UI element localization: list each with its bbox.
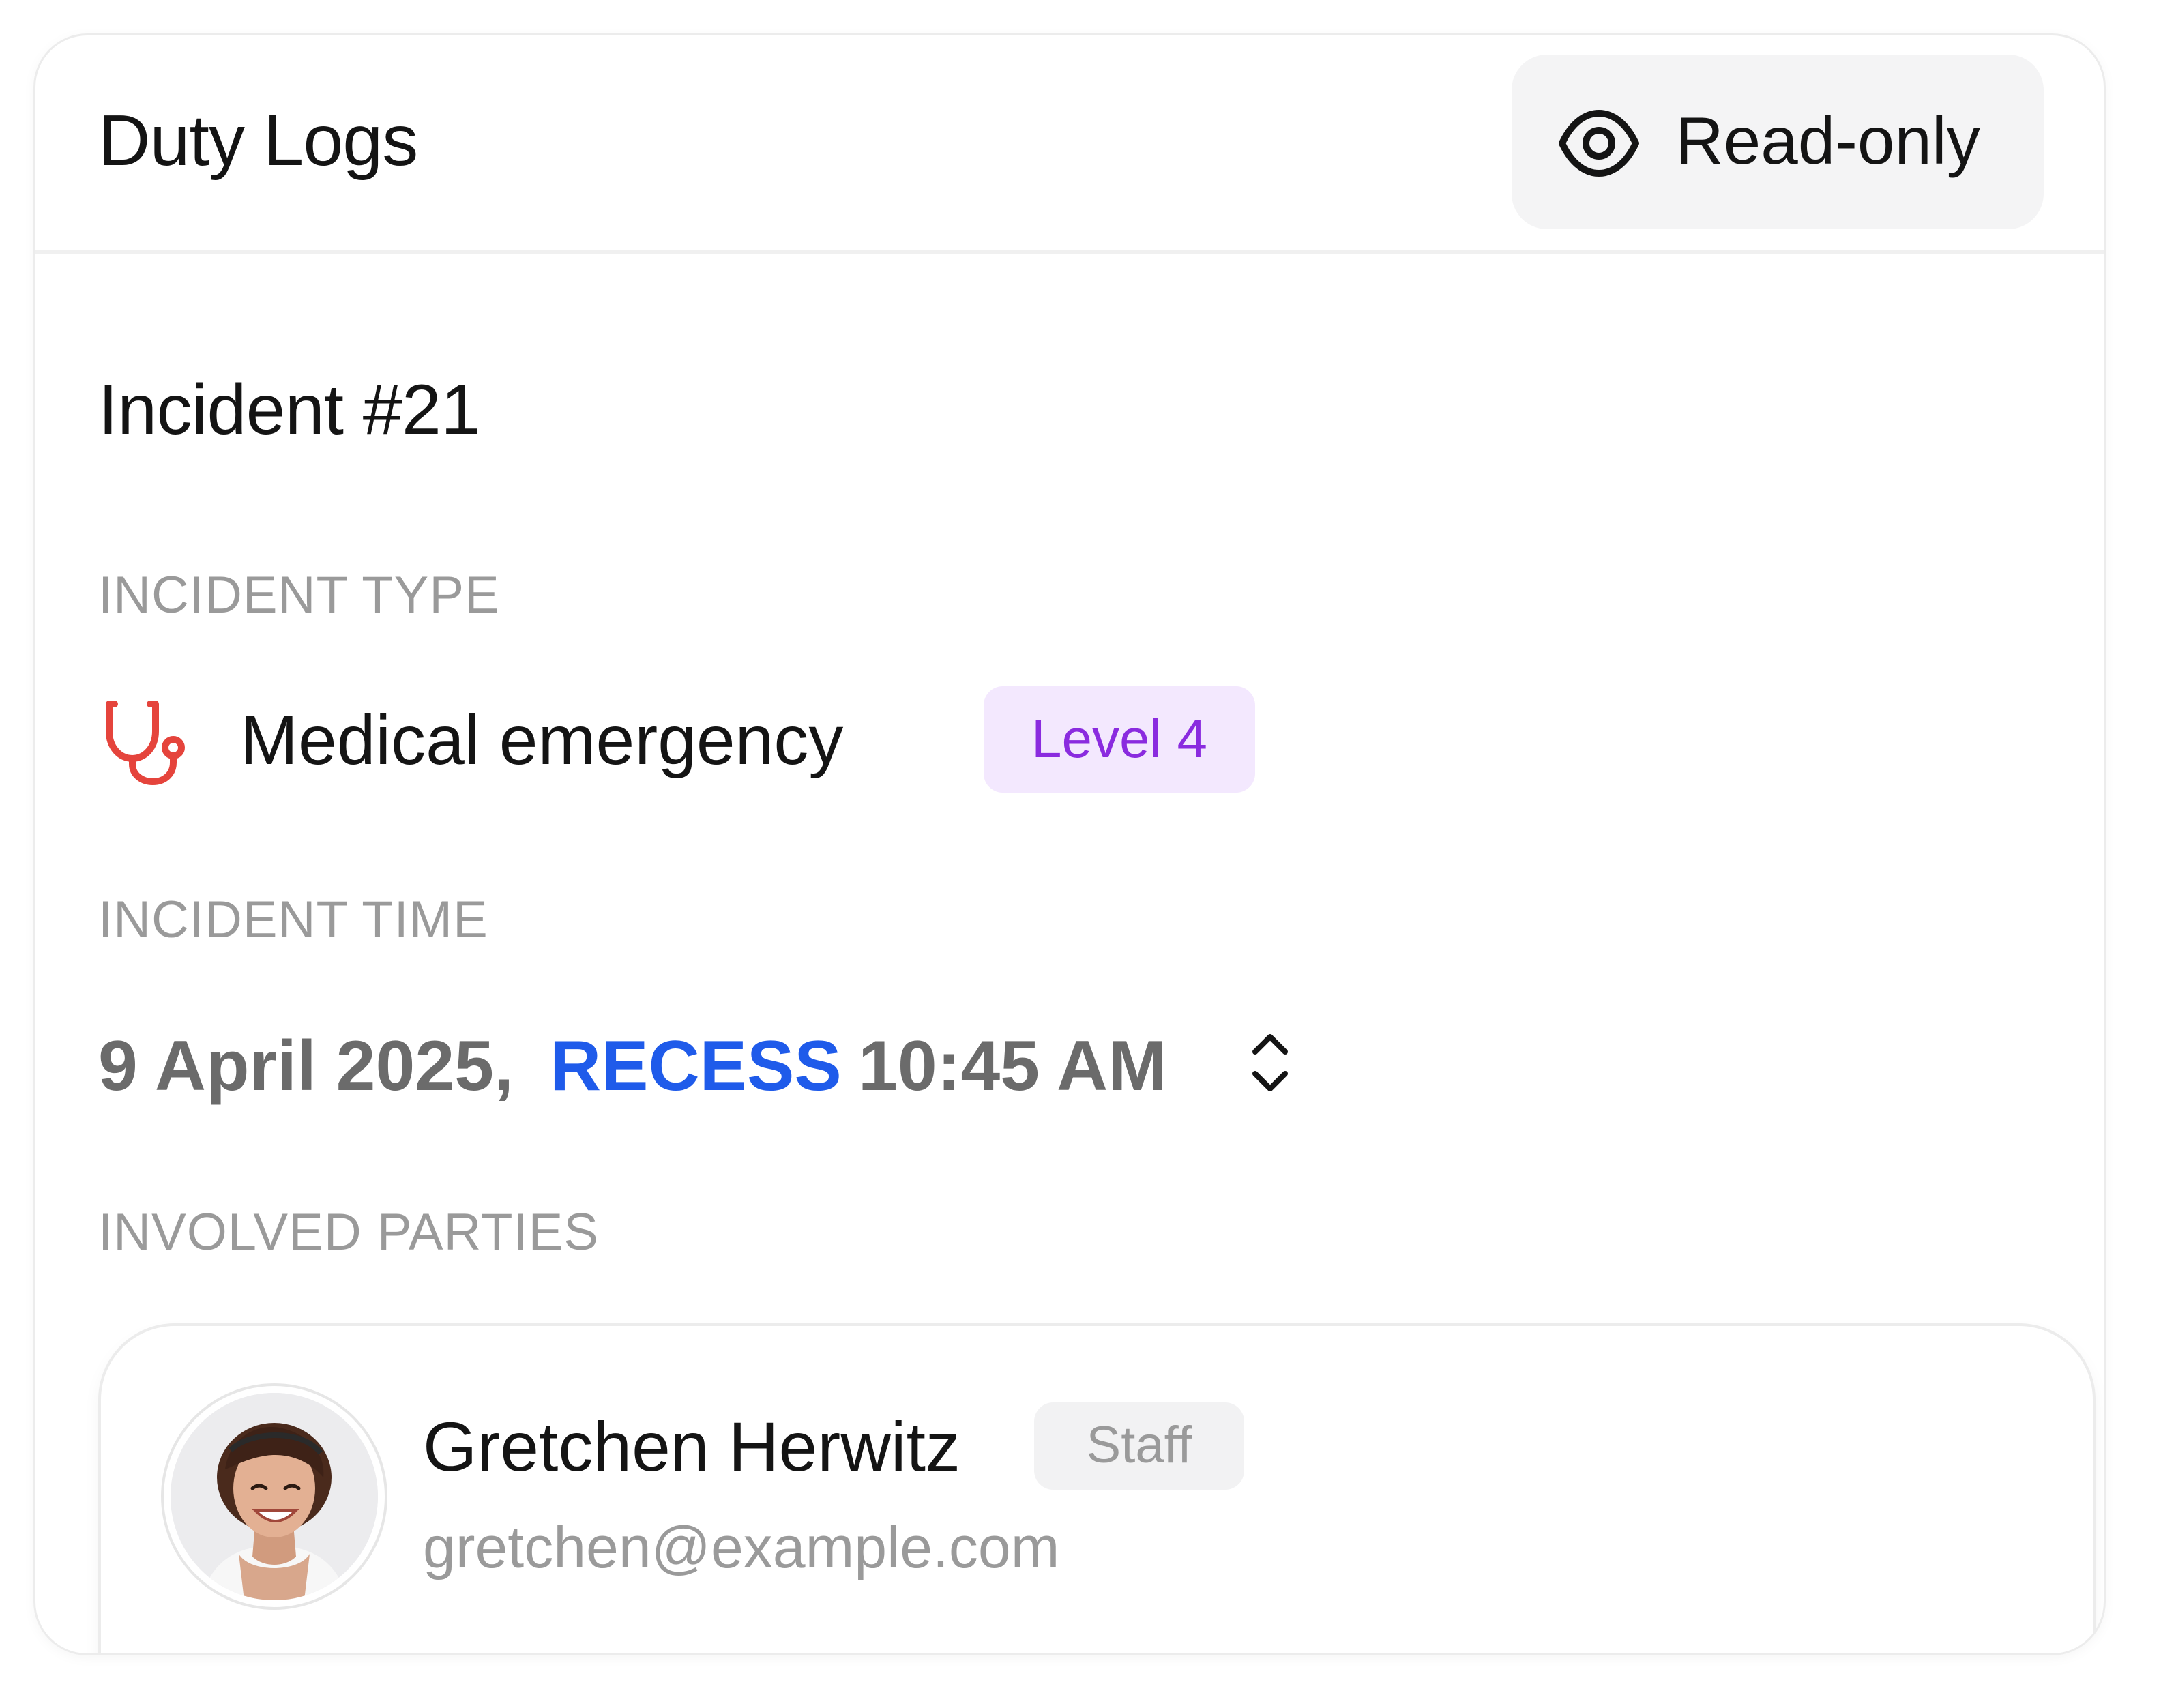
stethoscope-icon bbox=[106, 701, 185, 785]
severity-badge: Level 4 bbox=[984, 686, 1255, 793]
read-only-label: Read-only bbox=[1675, 105, 1980, 179]
chevron-up-down-icon[interactable] bbox=[1247, 1029, 1293, 1097]
avatar bbox=[164, 1386, 385, 1607]
incident-period: RECESS bbox=[550, 1027, 842, 1106]
incident-date: 9 April 2025, bbox=[98, 1027, 514, 1106]
incident-card: Duty Logs Read-only Incident #21 INCIDEN… bbox=[35, 35, 2104, 1653]
involved-parties-label: INVOLVED PARTIES bbox=[98, 1205, 599, 1262]
party-email: gretchen@example.com bbox=[423, 1516, 1060, 1581]
party-card[interactable]: Gretchen Herwitz Staff gretchen@example.… bbox=[101, 1326, 2093, 1653]
incident-type-label: INCIDENT TYPE bbox=[98, 568, 500, 625]
card-header: Duty Logs Read-only bbox=[35, 35, 2104, 254]
incident-time-label: INCIDENT TIME bbox=[98, 892, 488, 949]
incident-title: Incident #21 bbox=[98, 371, 480, 450]
avatar-photo bbox=[171, 1393, 378, 1600]
read-only-toggle[interactable]: Read-only bbox=[1512, 55, 2044, 229]
role-badge: Staff bbox=[1034, 1402, 1244, 1490]
incident-type-value: Medical emergency bbox=[240, 701, 844, 779]
incident-clock-time: 10:45 AM bbox=[858, 1027, 1167, 1106]
page-title: Duty Logs bbox=[98, 101, 418, 181]
party-name: Gretchen Herwitz bbox=[423, 1408, 960, 1486]
eye-icon bbox=[1559, 110, 1639, 177]
